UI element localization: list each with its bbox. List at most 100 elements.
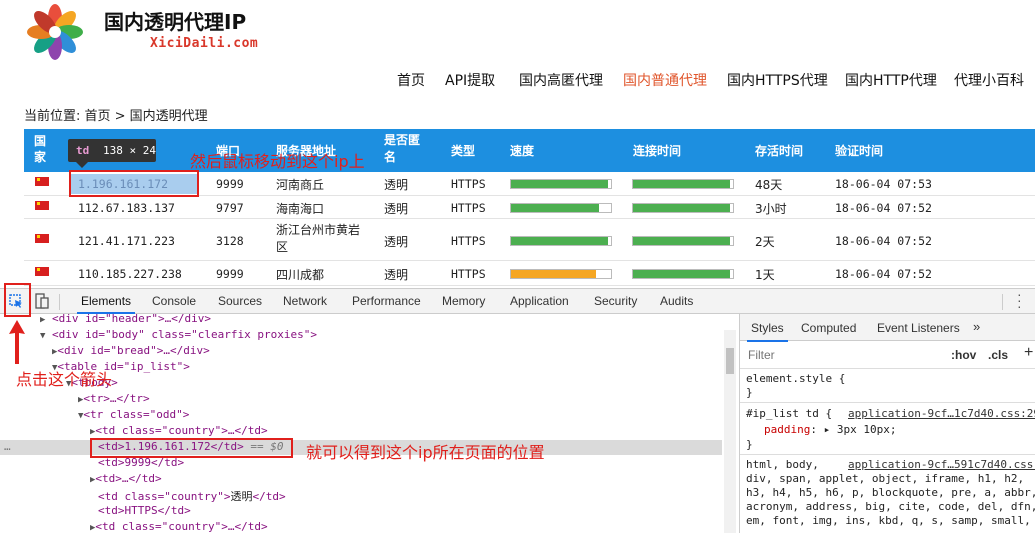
add-rule-icon[interactable]: + <box>1024 344 1033 362</box>
annotation-arrow: 点击这个箭头 <box>16 370 113 389</box>
speed-bar <box>510 269 612 279</box>
tab-elements[interactable]: Elements <box>76 294 136 314</box>
styles-filter-input[interactable] <box>744 345 940 365</box>
device-toolbar-icon[interactable] <box>35 293 49 310</box>
tab-audits[interactable]: Audits <box>660 294 693 308</box>
speed-bar <box>510 179 612 189</box>
dom-node[interactable]: ▼ <div id="body" class="clearfix proxies… <box>40 328 317 341</box>
site-logo <box>27 4 83 60</box>
table-header: 国家 端口 服务器地址 是否匿名 类型 速度 连接时间 存活时间 验证时间 <box>24 129 1035 172</box>
tab-sources[interactable]: Sources <box>218 294 262 308</box>
dom-scrollbar[interactable] <box>724 330 736 533</box>
conn-bar <box>632 203 734 213</box>
china-flag-icon <box>35 201 49 210</box>
rule-close: } <box>746 386 753 399</box>
nav-transparent[interactable]: 国内普通代理 <box>623 70 707 90</box>
col-type: 类型 <box>451 144 476 158</box>
cell-anonymous: 透明 <box>384 235 409 249</box>
rule-divider <box>740 402 1035 403</box>
site-title: 国内透明代理IP <box>104 10 247 34</box>
cell-location: 四川成都 <box>276 268 325 282</box>
red-arrow-icon <box>9 320 25 364</box>
selected-node-box <box>90 438 293 458</box>
dom-text: <td class="country">…</td> <box>95 424 268 437</box>
nav-high-anonymous[interactable]: 国内高匿代理 <box>519 70 603 90</box>
china-flag-icon <box>35 177 49 186</box>
col-alive: 存活时间 <box>755 144 804 158</box>
dom-node[interactable]: ▶<td class="country">…</td> <box>90 520 268 533</box>
inspect-tooltip: td 138 × 24 <box>68 139 156 168</box>
devtools-toolbar: Elements Console Sources Network Perform… <box>0 287 1035 314</box>
rule2-source-link[interactable]: application-9cf…591c7d40.css:1 <box>848 458 1035 471</box>
rule-source-link[interactable]: application-9cf…1c7d40.css:29 <box>848 407 1035 420</box>
col-anonymous: 是否匿名 <box>384 133 421 164</box>
main-nav: 首页 API提取 国内高匿代理 国内普通代理 国内HTTPS代理 国内HTTP代… <box>0 70 1035 90</box>
scrollbar-thumb[interactable] <box>726 348 734 374</box>
css-value: : ▸ 3px 10px; <box>810 423 897 436</box>
nav-https[interactable]: 国内HTTPS代理 <box>727 70 828 90</box>
conn-bar <box>632 236 734 246</box>
hov-toggle[interactable]: :hov <box>951 348 976 362</box>
dom-text: <td class="country">…</td> <box>95 520 268 533</box>
cell-alive: 3小时 <box>755 202 787 216</box>
more-menu-icon[interactable]: · · · <box>1017 287 1022 313</box>
dom-node[interactable]: <td class="country">透明</td> <box>98 488 286 504</box>
cell-type: HTTPS <box>451 234 486 248</box>
nav-http[interactable]: 国内HTTP代理 <box>845 70 937 90</box>
annotation-hover: 然后鼠标移动到这个ip上 <box>190 152 365 171</box>
dom-node[interactable]: ▼<tr class="odd"> <box>78 408 189 421</box>
site-domain[interactable]: XiciDaili.com <box>150 36 258 51</box>
cell-location: 浙江台州市黄岩区 <box>276 223 361 254</box>
table-row: 121.41.171.223 3128 浙江台州市黄岩区 透明 HTTPS 2天… <box>24 219 1035 261</box>
cell-ip[interactable]: 112.67.183.137 <box>78 201 175 215</box>
cell-anonymous: 透明 <box>384 268 409 282</box>
cell-alive: 48天 <box>755 178 783 192</box>
rule2-selector[interactable]: html, body, <box>746 458 819 471</box>
cell-anonymous: 透明 <box>384 178 409 192</box>
rule2-selector-line: div, span, applet, object, iframe, h1, h… <box>746 472 1025 485</box>
nav-home[interactable]: 首页 <box>397 70 425 90</box>
china-flag-icon <box>35 267 49 276</box>
cell-port: 9999 <box>216 267 244 281</box>
toolbar-divider <box>59 294 60 310</box>
element-style-rule[interactable]: element.style { <box>746 372 845 385</box>
cls-toggle[interactable]: .cls <box>988 348 1008 362</box>
rule-declaration[interactable]: padding: ▸ 3px 10px; <box>764 423 896 436</box>
tab-application[interactable]: Application <box>510 294 569 308</box>
tab-computed[interactable]: Computed <box>801 321 856 335</box>
rule2-selector-line: em, font, img, ins, kbd, q, s, samp, sma… <box>746 514 1031 527</box>
breadcrumb: 当前位置: 首页 > 国内透明代理 <box>24 109 208 124</box>
speed-bar <box>510 203 612 213</box>
tab-network[interactable]: Network <box>283 294 327 308</box>
rule-selector[interactable]: #ip_list td { <box>746 407 832 420</box>
dom-node[interactable]: ▶ <div id="header">…</div> <box>40 314 211 325</box>
tab-event-listeners[interactable]: Event Listeners <box>877 321 960 335</box>
cell-location: 河南商丘 <box>276 178 325 192</box>
cell-alive: 1天 <box>755 268 775 282</box>
tab-styles[interactable]: Styles <box>747 321 788 342</box>
dom-text: <tr class="odd"> <box>83 408 190 421</box>
dom-node[interactable]: ▶<div id="bread">…</div> <box>52 344 210 357</box>
dom-node[interactable]: ▶<td class="country">…</td> <box>90 424 268 437</box>
dom-text: </td> <box>252 490 286 503</box>
inspect-highlight-box <box>4 283 31 317</box>
table-row: 112.67.183.137 9797 海南海口 透明 HTTPS 3小时 18… <box>24 196 1035 219</box>
cell-ip[interactable]: 110.185.227.238 <box>78 267 182 281</box>
tab-performance[interactable]: Performance <box>352 294 421 308</box>
dom-node[interactable]: ▶<tr>…</tr> <box>78 392 150 405</box>
cell-port: 9999 <box>216 177 244 191</box>
cell-port: 9797 <box>216 201 244 215</box>
cell-alive: 2天 <box>755 235 775 249</box>
cell-type: HTTPS <box>451 267 486 281</box>
rule-divider <box>740 454 1035 455</box>
nav-wiki[interactable]: 代理小百科 <box>954 70 1024 90</box>
tab-memory[interactable]: Memory <box>442 294 485 308</box>
col-verified: 验证时间 <box>835 144 884 158</box>
cell-ip[interactable]: 121.41.171.223 <box>78 234 175 248</box>
dom-node[interactable]: ▶<td>…</td> <box>90 472 162 485</box>
more-tabs-icon[interactable]: » <box>973 319 980 334</box>
nav-api[interactable]: API提取 <box>445 70 495 90</box>
tab-security[interactable]: Security <box>594 294 637 308</box>
dom-node[interactable]: <td>HTTPS</td> <box>98 504 191 517</box>
tab-console[interactable]: Console <box>152 294 196 308</box>
